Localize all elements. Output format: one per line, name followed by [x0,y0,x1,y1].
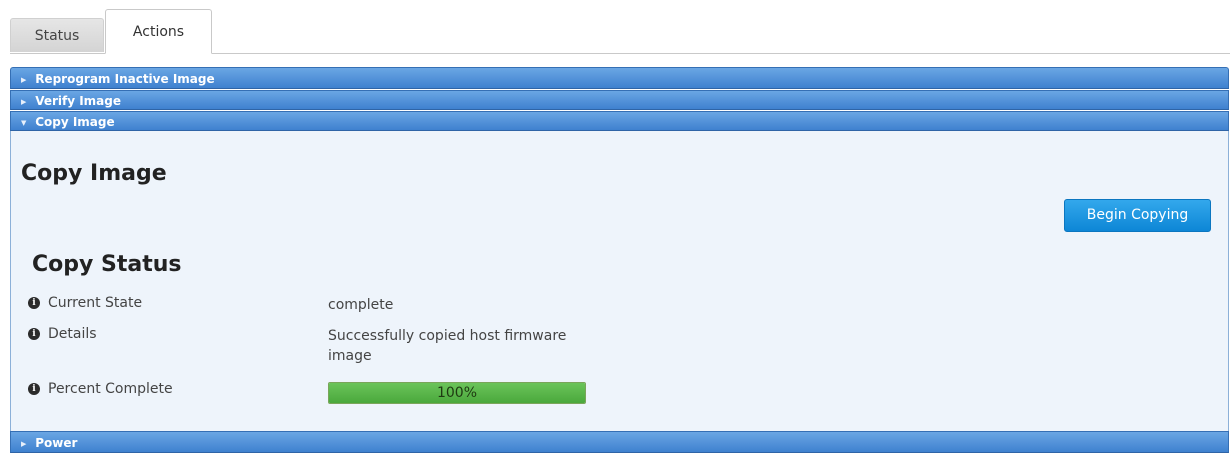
tab-bar: Status Actions [10,9,1230,54]
page: Status Actions ▶ Reprogram Inactive Imag… [0,0,1230,472]
accordion-header-label: Reprogram Inactive Image [35,72,215,86]
triangle-down-icon: ▼ [21,119,27,127]
copy-image-panel: Copy Image Begin Copying Copy Status i C… [10,131,1229,431]
actions-accordion: ▶ Reprogram Inactive Image ▶ Verify Imag… [10,67,1229,454]
copy-status-title: Copy Status [32,252,182,277]
details-label: Details [48,326,97,342]
triangle-right-icon: ▶ [21,98,27,106]
triangle-right-icon: ▶ [21,76,27,84]
tab-status[interactable]: Status [10,18,104,52]
copy-image-title: Copy Image [21,161,167,186]
accordion-header-verify-image[interactable]: ▶ Verify Image [10,90,1229,110]
accordion-header-label: Copy Image [35,115,115,129]
accordion-header-power[interactable]: ▶ Power [10,431,1229,453]
begin-copying-button[interactable]: Begin Copying [1064,199,1211,232]
info-circle-icon: i [28,383,40,395]
percent-complete-label: Percent Complete [48,381,173,397]
accordion-header-copy-image[interactable]: ▼ Copy Image [10,111,1229,131]
percent-complete-value: 100% [436,385,478,401]
info-circle-icon: i [28,328,40,340]
percent-complete-progress-bar: 100% [328,382,586,404]
details-value: Successfully copied host firmware image [328,328,567,364]
current-state-label: Current State [48,295,143,311]
accordion-header-label: Power [35,436,78,450]
info-circle-icon: i [28,297,40,309]
accordion-header-reprogram-inactive-image[interactable]: ▶ Reprogram Inactive Image [10,67,1229,89]
current-state-value: complete [328,297,394,313]
tab-actions[interactable]: Actions [105,9,212,54]
accordion-header-label: Verify Image [35,94,122,108]
triangle-right-icon: ▶ [21,440,27,448]
